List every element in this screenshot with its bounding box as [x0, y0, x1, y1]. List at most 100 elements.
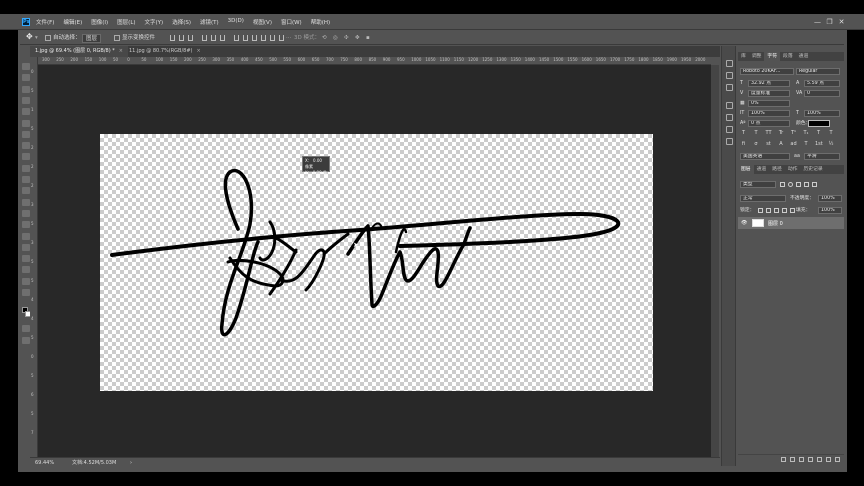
trash-icon[interactable] [835, 457, 840, 462]
character-panel-tab-4[interactable]: 通道 [796, 52, 812, 61]
filter-pixel-icon[interactable] [780, 182, 785, 187]
distribute-vcenter-icon[interactable] [243, 35, 248, 41]
text-style-button-4[interactable]: T¹ [790, 130, 797, 137]
opentype-button-1[interactable]: σ [753, 141, 760, 148]
rectangle-tool-icon[interactable] [22, 255, 30, 263]
mask-icon[interactable] [799, 457, 804, 462]
auto-select-checkbox[interactable] [45, 35, 51, 41]
character-panel-tab-3[interactable]: 段落 [780, 52, 796, 61]
character-icon[interactable] [726, 102, 733, 109]
character-panel-tab-1[interactable]: 调整 [749, 52, 765, 61]
distribute-bottom-icon[interactable] [252, 35, 257, 41]
antialias-select[interactable]: 平滑 [804, 153, 840, 160]
vertical-scrollbar[interactable] [711, 65, 719, 457]
layer-name[interactable]: 图层 0 [768, 220, 783, 227]
menu-item-6[interactable]: 滤镜(T) [200, 18, 219, 26]
quick-select-tool-icon[interactable] [22, 96, 30, 104]
scale-3d-icon[interactable]: ▪ [366, 34, 370, 43]
workspace[interactable]: X： 0.00 像素 Y： 0.00 像素 ➤ [38, 65, 711, 457]
filter-type-icon[interactable] [796, 182, 801, 187]
horizontal-scale-field[interactable]: 100% [804, 110, 840, 117]
info-icon[interactable] [726, 84, 733, 91]
layer-filter-select[interactable]: 类型 [740, 181, 776, 188]
link-icon[interactable] [781, 457, 786, 462]
close-tab-icon[interactable]: × [119, 48, 123, 54]
opentype-button-3[interactable]: A [778, 141, 785, 148]
text-style-button-2[interactable]: TT [765, 130, 772, 137]
close-tab-icon[interactable]: × [197, 48, 201, 54]
glyphs-icon[interactable] [726, 126, 733, 133]
opentype-button-2[interactable]: st [765, 141, 772, 148]
fx-icon[interactable] [790, 457, 795, 462]
text-style-button-3[interactable]: Tr [778, 130, 785, 137]
auto-select-dropdown[interactable]: 图层 [82, 34, 102, 43]
blend-mode-select[interactable]: 正常 [740, 195, 786, 202]
distribute-left-icon[interactable] [261, 35, 266, 41]
pen-tool-icon[interactable] [22, 221, 30, 229]
filter-adjustment-icon[interactable] [788, 182, 793, 187]
lasso-tool-icon[interactable] [22, 85, 30, 93]
layers-panel-tab-1[interactable]: 通道 [754, 165, 770, 174]
opentype-button-7[interactable]: ½ [828, 141, 835, 148]
zoom-level[interactable]: 69.44% [35, 459, 54, 467]
text-style-button-1[interactable]: T [753, 130, 760, 137]
text-style-button-0[interactable]: T [740, 130, 747, 137]
text-style-button-7[interactable]: T [828, 130, 835, 137]
fill-field[interactable]: 100% [818, 207, 842, 214]
layers-panel-tab-4[interactable]: 历史记录 [800, 165, 825, 174]
new-layer-icon[interactable] [826, 457, 831, 462]
move-tool-icon[interactable] [22, 63, 30, 70]
align-top-icon[interactable] [202, 35, 207, 41]
menu-item-7[interactable]: 3D(D) [228, 18, 244, 26]
font-style-select[interactable]: Regular [796, 68, 840, 75]
text-style-button-5[interactable]: T₁ [803, 130, 810, 137]
baseline-field[interactable]: 0 点 [748, 120, 790, 127]
layers-panel-tab-0[interactable]: 图层 [738, 165, 754, 174]
drag-3d-icon[interactable]: ✣ [344, 34, 349, 43]
marquee-tool-icon[interactable] [22, 74, 30, 82]
path-select-tool-icon[interactable] [22, 243, 30, 251]
eyedropper-tool-icon[interactable] [22, 119, 30, 127]
lock-all-icon[interactable] [790, 208, 795, 213]
lock-pixels-icon[interactable] [758, 208, 763, 213]
kerning-field[interactable]: 度量标准 [748, 90, 790, 97]
menu-item-5[interactable]: 选择(S) [172, 18, 191, 26]
character-panel-tab-2[interactable]: 字符 [764, 52, 781, 61]
close-window-button[interactable]: ✕ [836, 17, 847, 27]
vertical-scale-field[interactable]: 100% [748, 110, 790, 117]
menu-item-2[interactable]: 图像(I) [91, 18, 108, 26]
tracking-field[interactable]: 0 [804, 90, 840, 97]
tsume-field[interactable]: 0% [748, 100, 790, 107]
crop-tool-icon[interactable] [22, 108, 30, 116]
gradient-tool-icon[interactable] [22, 187, 30, 195]
lock-position-icon[interactable] [774, 208, 779, 213]
zoom-tool-icon[interactable] [22, 277, 30, 285]
history-icon[interactable] [726, 60, 733, 67]
menu-item-9[interactable]: 窗口(W) [281, 18, 302, 26]
opentype-button-4[interactable]: ad [790, 141, 797, 148]
properties-icon[interactable] [726, 72, 733, 79]
minimize-button[interactable]: — [812, 17, 823, 27]
clone-stamp-tool-icon[interactable] [22, 153, 30, 161]
menu-item-1[interactable]: 编辑(E) [63, 18, 82, 26]
layers-panel-tab-3[interactable]: 动作 [785, 165, 801, 174]
brush-tool-icon[interactable] [22, 142, 30, 150]
quick-mask-icon[interactable] [22, 325, 30, 332]
brush-icon[interactable] [726, 138, 733, 145]
history-brush-tool-icon[interactable] [22, 164, 30, 172]
font-size-field[interactable]: 32.92 点 [748, 80, 790, 87]
menu-item-0[interactable]: 文件(F) [36, 18, 54, 26]
distribute-right-icon[interactable] [279, 35, 284, 41]
align-bottom-icon[interactable] [220, 35, 225, 41]
menu-item-10[interactable]: 帮助(H) [311, 18, 330, 26]
tab-document-1[interactable]: 1.jpg @ 69.4% (图层 0, RGB/8) * × [30, 46, 128, 57]
show-transform-checkbox[interactable] [114, 35, 120, 41]
lock-artboard-icon[interactable] [782, 208, 787, 213]
chevron-down-icon[interactable]: ▾ [35, 34, 38, 43]
more-tools-tool-icon[interactable] [22, 289, 30, 296]
menu-item-8[interactable]: 视图(V) [253, 18, 272, 26]
align-left-icon[interactable] [170, 35, 175, 41]
screen-mode-icon[interactable] [22, 337, 30, 344]
leading-field[interactable]: 5.59 点 [804, 80, 840, 87]
status-menu-arrow[interactable]: › [130, 459, 132, 467]
